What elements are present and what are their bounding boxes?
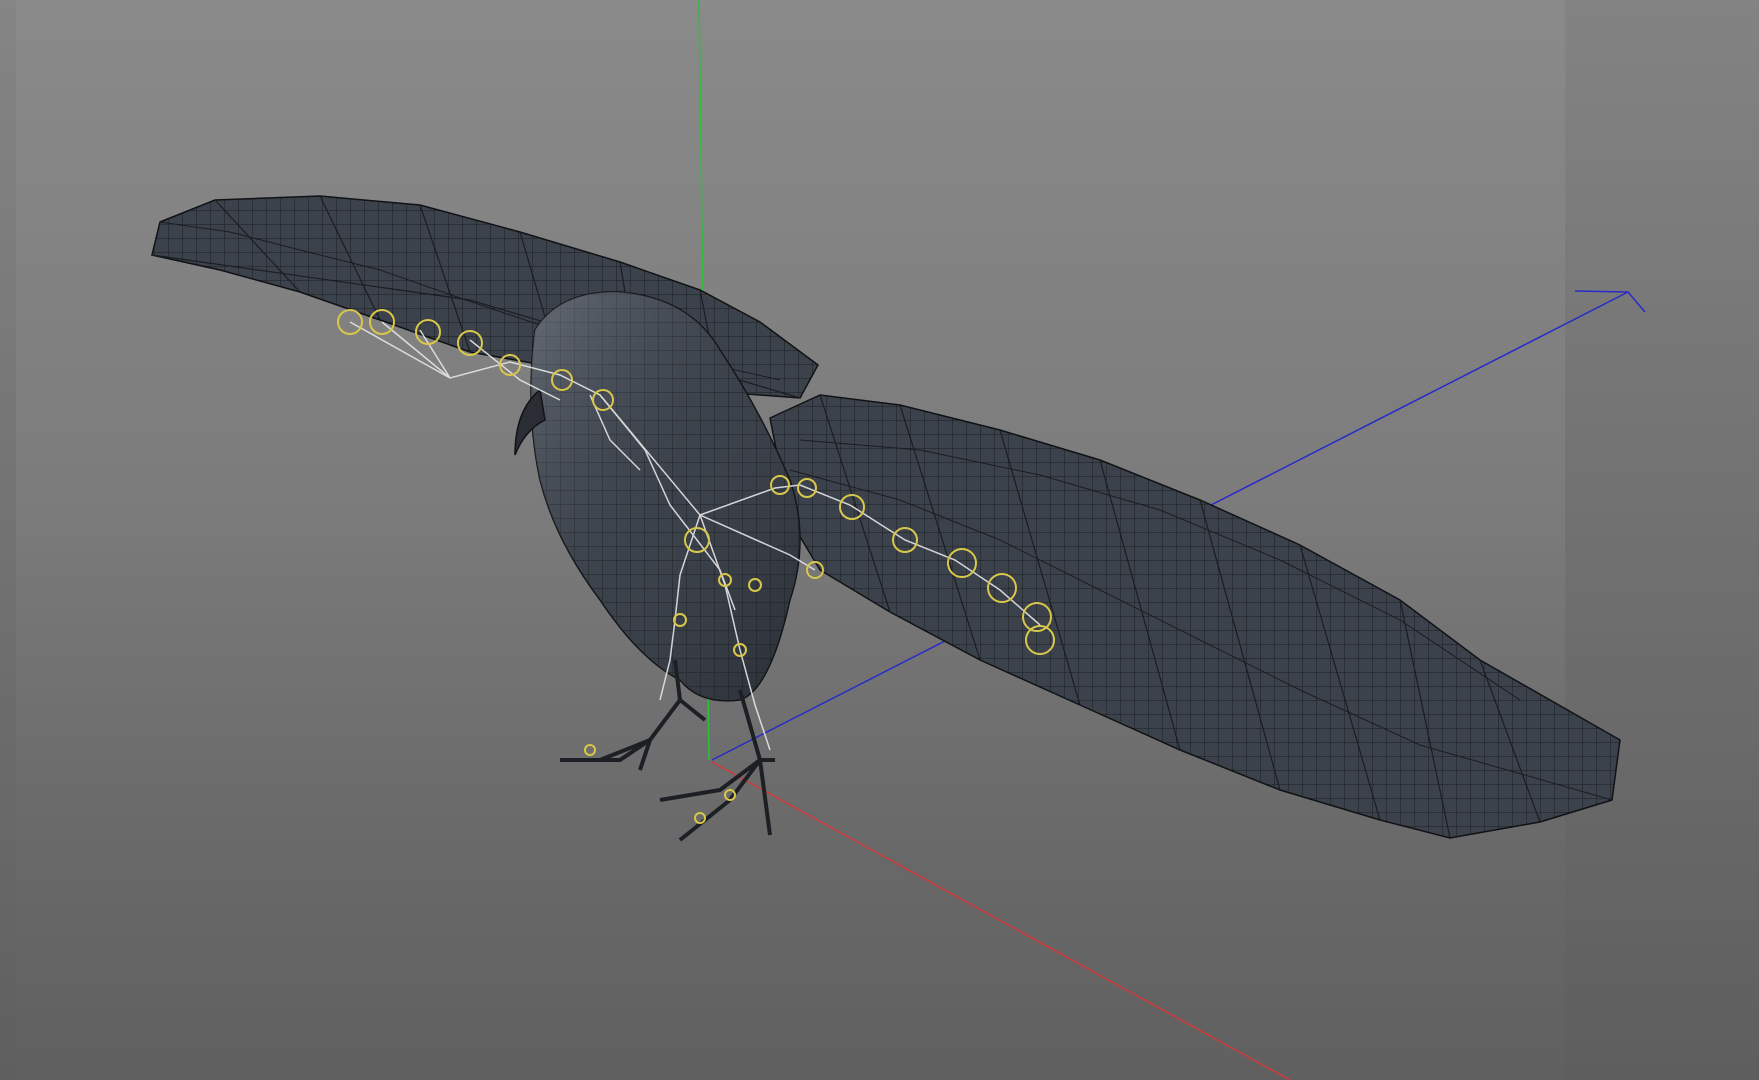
3d-viewport[interactable] bbox=[0, 0, 1759, 1080]
right-wing[interactable] bbox=[769, 394, 1621, 839]
joint bbox=[584, 744, 596, 756]
scene-canvas[interactable] bbox=[0, 0, 1759, 1080]
x-axis-line bbox=[711, 761, 1291, 1080]
